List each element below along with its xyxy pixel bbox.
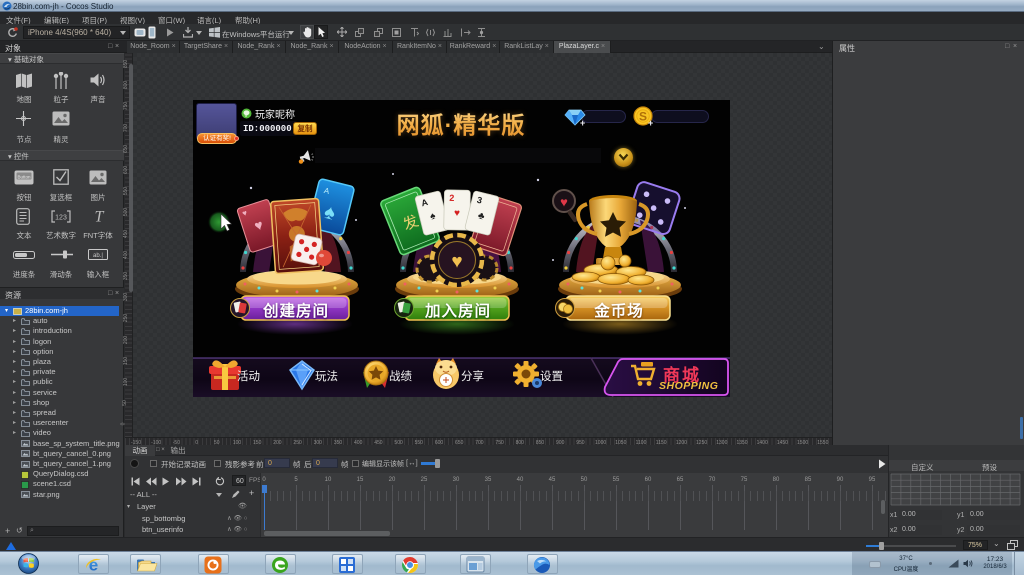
svg-text:+: + <box>580 118 585 127</box>
svg-text:e: e <box>89 556 98 574</box>
svg-text:♥: ♥ <box>560 195 568 210</box>
svg-text:Button: Button <box>17 174 31 179</box>
svg-text:T: T <box>95 209 105 225</box>
svg-text:ab.|: ab.| <box>93 253 103 259</box>
svg-text:2: 2 <box>449 193 454 203</box>
svg-text:♥: ♥ <box>451 252 462 273</box>
svg-text:123: 123 <box>55 215 67 222</box>
svg-text:S: S <box>639 110 647 124</box>
svg-text:+: + <box>648 118 653 127</box>
svg-text:♥: ♥ <box>454 208 460 219</box>
